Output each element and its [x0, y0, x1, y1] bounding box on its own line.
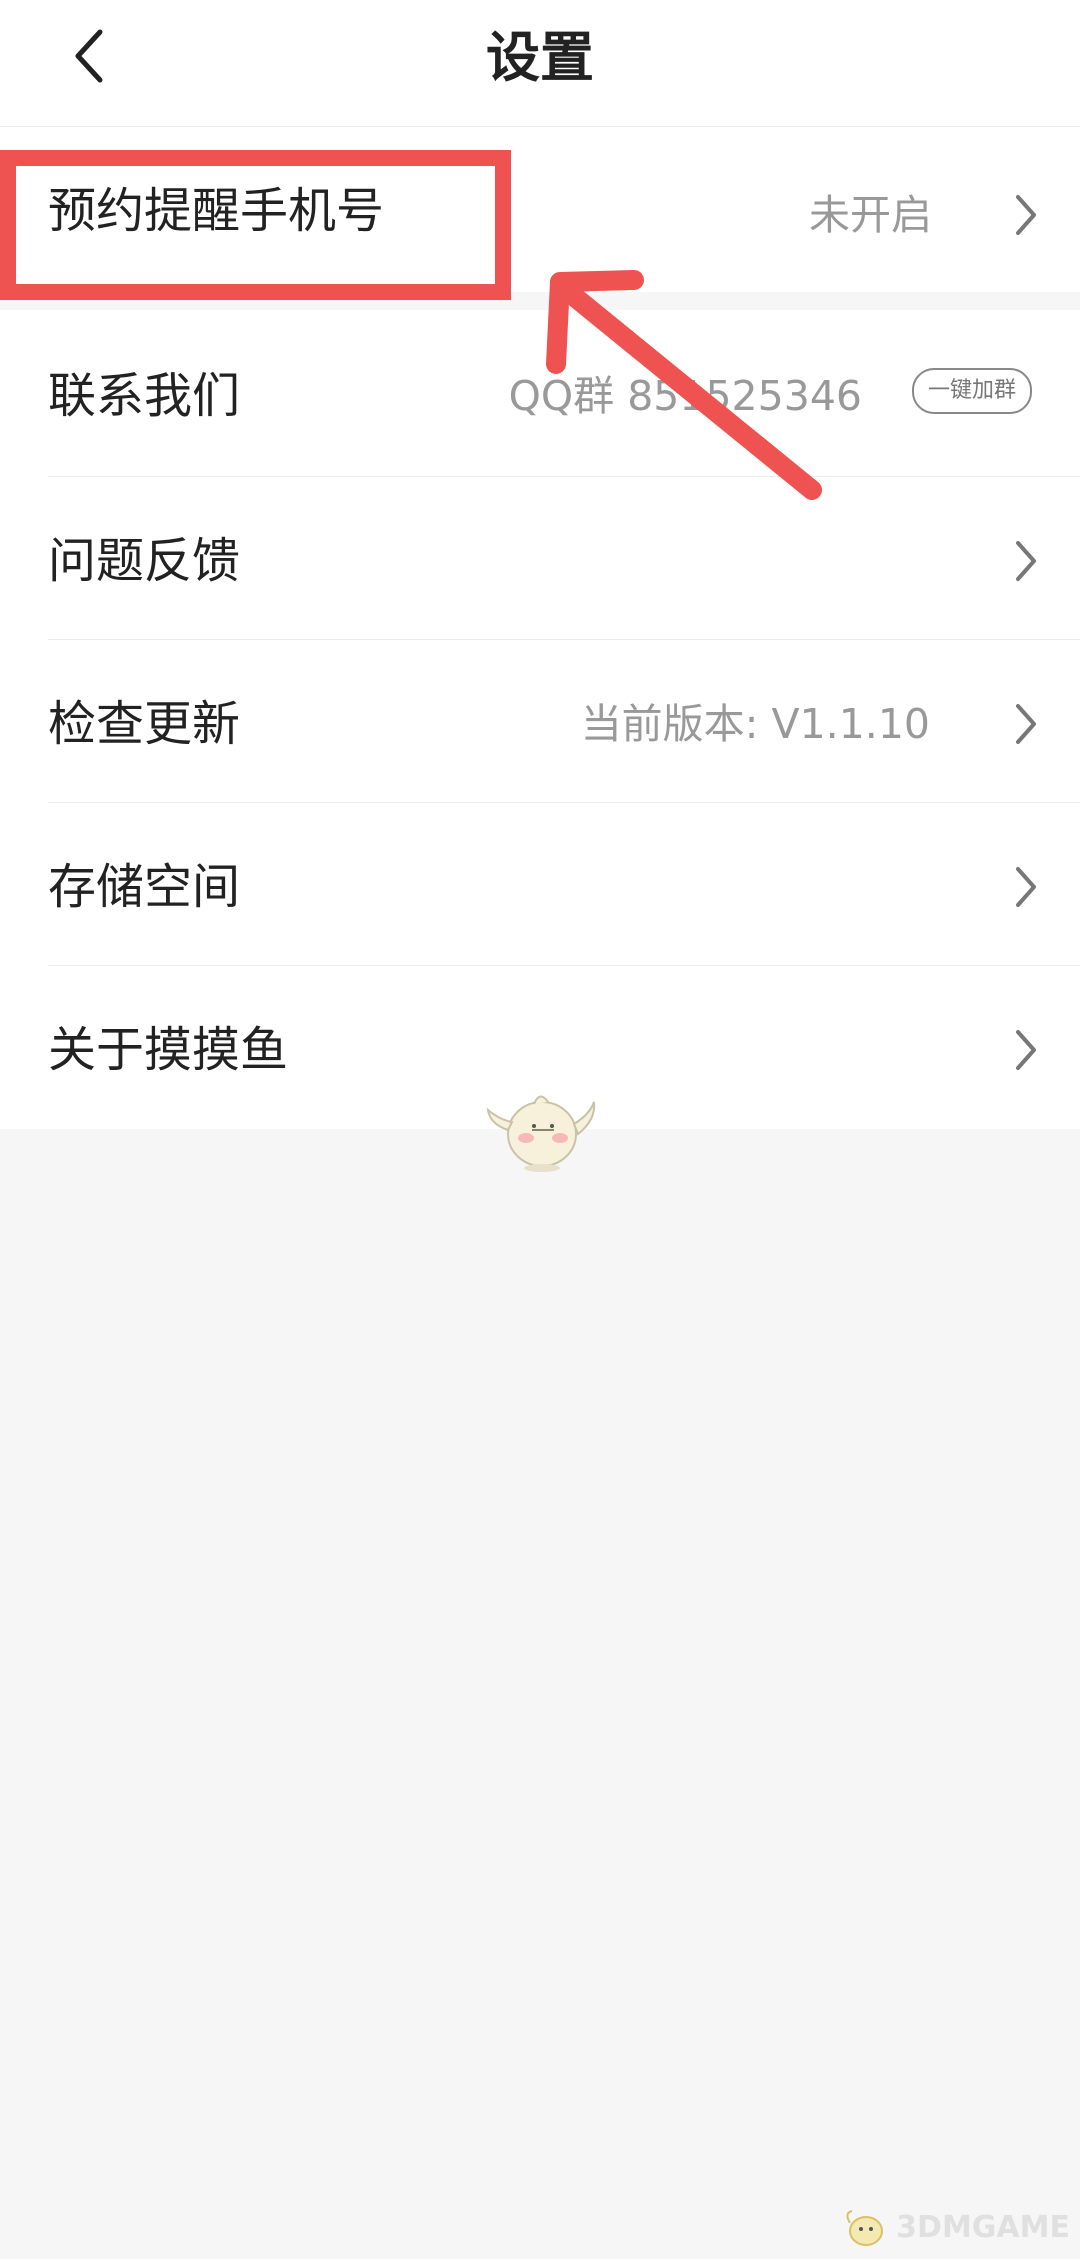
fish-mascot-icon [486, 1095, 596, 1172]
watermark: 3DMGAME [842, 2199, 1070, 2255]
join-group-button[interactable]: 一键加群 [911, 368, 1032, 414]
setting-label: 预约提醒手机号 [48, 183, 385, 239]
setting-row-reminder-phone[interactable]: 预约提醒手机号 未开启 [0, 127, 1080, 292]
page-title: 设置 [486, 26, 594, 89]
qq-group-value: QQ群 851525346 [508, 372, 862, 420]
header: 设置 [0, 0, 1080, 127]
setting-value: 未开启 [809, 191, 932, 239]
watermark-text: 3DMGAME [896, 2209, 1070, 2245]
mascot-logo-icon [846, 2210, 884, 2246]
chevron-right-icon [1006, 857, 1046, 917]
setting-label: 问题反馈 [48, 533, 241, 589]
setting-row-contact[interactable]: 联系我们 QQ群 851525346 一键加群 [0, 310, 1080, 477]
version-value: 当前版本: V1.1.10 [580, 700, 930, 748]
setting-label: 检查更新 [48, 696, 241, 752]
chevron-right-icon [1006, 531, 1046, 591]
chevron-right-icon [1006, 694, 1046, 754]
setting-row-storage[interactable]: 存储空间 [0, 803, 1080, 966]
setting-label: 联系我们 [48, 368, 241, 424]
setting-label: 关于摸摸鱼 [48, 1022, 289, 1078]
chevron-right-icon [1006, 185, 1046, 245]
setting-row-check-update[interactable]: 检查更新 当前版本: V1.1.10 [0, 640, 1080, 803]
chevron-right-icon [1006, 1020, 1046, 1080]
setting-label: 存储空间 [48, 859, 241, 915]
setting-row-feedback[interactable]: 问题反馈 [0, 477, 1080, 640]
